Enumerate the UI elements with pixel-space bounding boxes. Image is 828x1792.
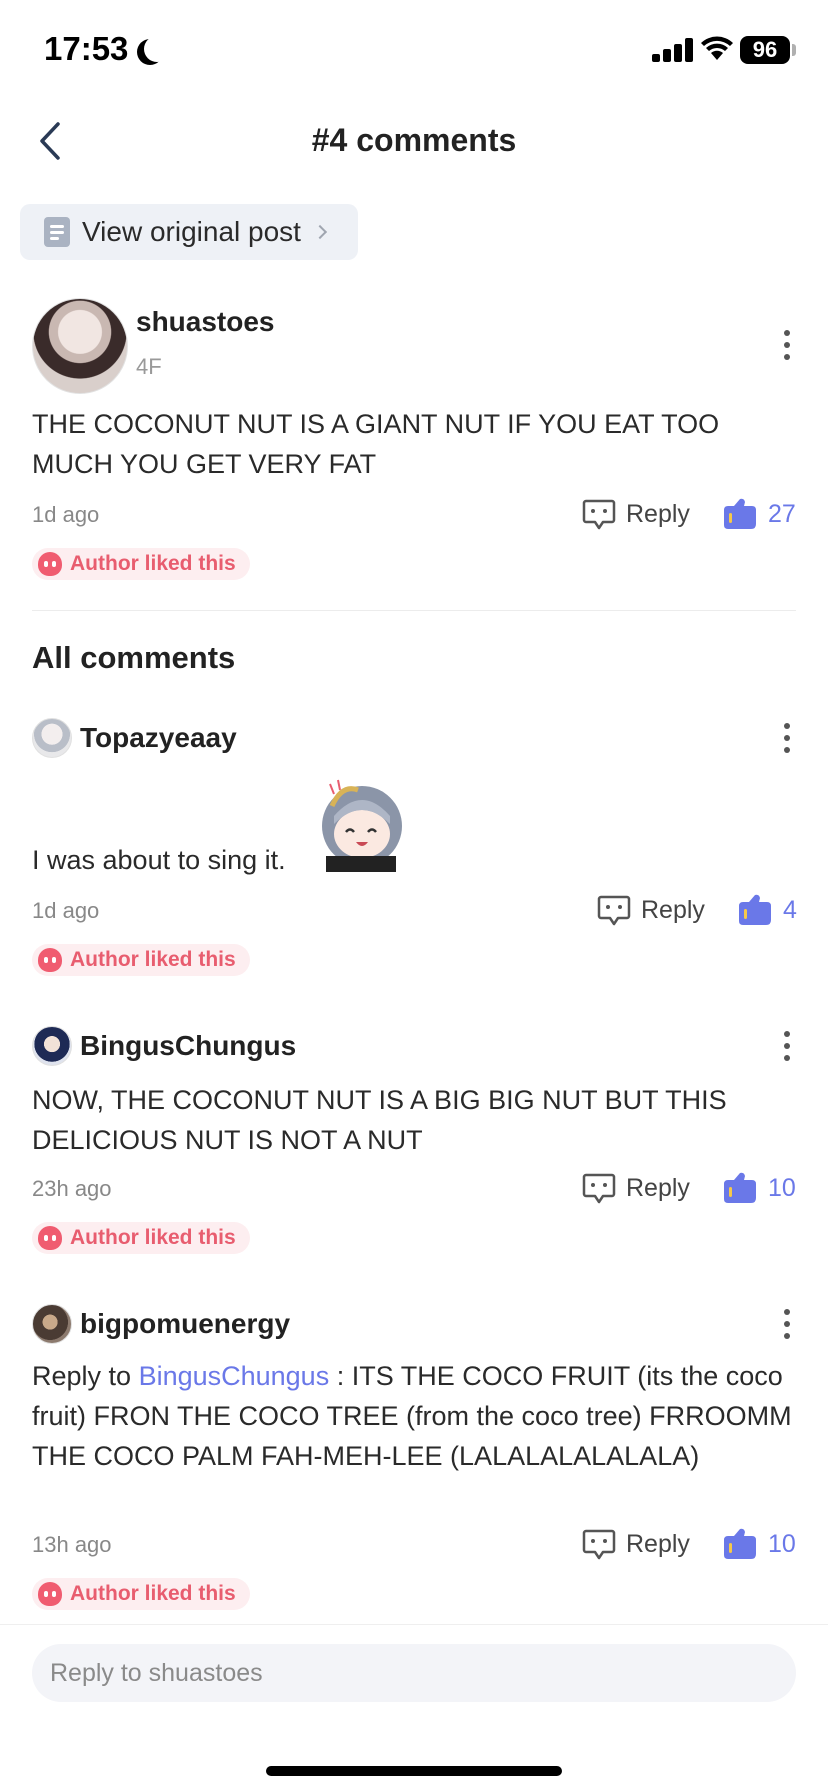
comment-time: 1d ago <box>32 502 100 527</box>
author-liked-label: Author liked this <box>70 948 236 971</box>
moon-icon <box>144 36 170 62</box>
like-icon <box>739 894 771 925</box>
author-liked-badge: Author liked this <box>32 1578 250 1610</box>
cellular-signal-icon <box>652 38 694 62</box>
more-options-icon[interactable] <box>782 1309 792 1339</box>
username[interactable]: Topazyeaay <box>80 722 237 754</box>
author-liked-badge: Author liked this <box>32 548 250 580</box>
sticker-image <box>322 779 402 872</box>
reply-label: Reply <box>641 895 705 924</box>
reply-button[interactable]: Reply <box>582 494 690 534</box>
divider <box>32 610 796 611</box>
avatar[interactable] <box>32 1026 72 1066</box>
like-icon <box>724 1528 756 1559</box>
comment-text: THE COCONUT NUT IS A GIANT NUT IF YOU EA… <box>32 409 720 479</box>
comment-time: 1d ago <box>32 898 100 923</box>
reply-label: Reply <box>626 1529 690 1558</box>
comment-time: 13h ago <box>32 1532 112 1557</box>
username[interactable]: bigpomuenergy <box>80 1308 290 1340</box>
reply-icon <box>582 1173 616 1204</box>
reply-icon <box>582 1529 616 1560</box>
header: #4 comments <box>0 100 828 182</box>
battery-tip <box>792 44 796 56</box>
reply-button[interactable]: Reply <box>582 1524 690 1564</box>
author-liked-label: Author liked this <box>70 552 236 575</box>
like-count: 10 <box>768 1529 796 1558</box>
battery-icon: 96 <box>740 36 790 64</box>
reply-button[interactable]: Reply <box>597 890 705 930</box>
like-count: 27 <box>768 499 796 528</box>
author-liked-badge: Author liked this <box>32 944 250 976</box>
chevron-right-icon <box>312 224 328 240</box>
home-indicator[interactable] <box>266 1766 562 1776</box>
author-heart-icon <box>38 948 62 972</box>
like-button[interactable]: 10 <box>720 1524 796 1564</box>
like-icon <box>724 498 756 529</box>
username[interactable]: shuastoes <box>136 306 275 338</box>
like-button[interactable]: 4 <box>735 890 797 930</box>
view-original-post-button[interactable]: View original post <box>20 204 358 260</box>
bottom-divider <box>0 1624 828 1625</box>
wifi-icon <box>701 36 733 60</box>
reply-label: Reply <box>626 499 690 528</box>
like-icon <box>724 1172 756 1203</box>
reply-icon <box>597 895 631 926</box>
comment-text: Reply to BingusChungus : ITS THE COCO FR… <box>32 1356 792 1476</box>
author-liked-label: Author liked this <box>70 1582 236 1605</box>
reply-input[interactable]: Reply to shuastoes <box>32 1644 796 1702</box>
like-button[interactable]: 27 <box>720 494 796 534</box>
username[interactable]: BingusChungus <box>80 1030 296 1062</box>
author-liked-badge: Author liked this <box>32 1222 250 1254</box>
like-count: 4 <box>783 895 797 924</box>
view-original-post-label: View original post <box>82 216 301 247</box>
comment-text: NOW, THE COCONUT NUT IS A BIG BIG NUT BU… <box>32 1085 727 1155</box>
author-heart-icon <box>38 1582 62 1606</box>
page-title: #4 comments <box>311 122 517 158</box>
author-heart-icon <box>38 1226 62 1250</box>
avatar[interactable] <box>32 1304 72 1344</box>
reply-icon <box>582 499 616 530</box>
avatar[interactable] <box>32 718 72 758</box>
more-options-icon[interactable] <box>782 330 792 360</box>
comment-time: 23h ago <box>32 1176 112 1201</box>
reply-to-prefix: Reply to <box>32 1361 139 1391</box>
author-liked-label: Author liked this <box>70 1226 236 1249</box>
like-count: 10 <box>768 1173 796 1202</box>
more-options-icon[interactable] <box>782 723 792 753</box>
all-comments-title: All comments <box>32 640 236 675</box>
reply-to-mention-link[interactable]: BingusChungus <box>139 1361 330 1391</box>
status-bar: 17:53 96 <box>0 0 828 100</box>
status-time: 17:53 <box>44 30 129 67</box>
reply-button[interactable]: Reply <box>582 1168 690 1208</box>
document-icon <box>44 217 70 247</box>
like-button[interactable]: 10 <box>720 1168 796 1208</box>
avatar[interactable] <box>32 298 128 394</box>
floor-label: 4F <box>136 354 162 379</box>
reply-label: Reply <box>626 1173 690 1202</box>
comment-text: I was about to sing it. <box>32 845 286 875</box>
author-heart-icon <box>38 552 62 576</box>
more-options-icon[interactable] <box>782 1031 792 1061</box>
